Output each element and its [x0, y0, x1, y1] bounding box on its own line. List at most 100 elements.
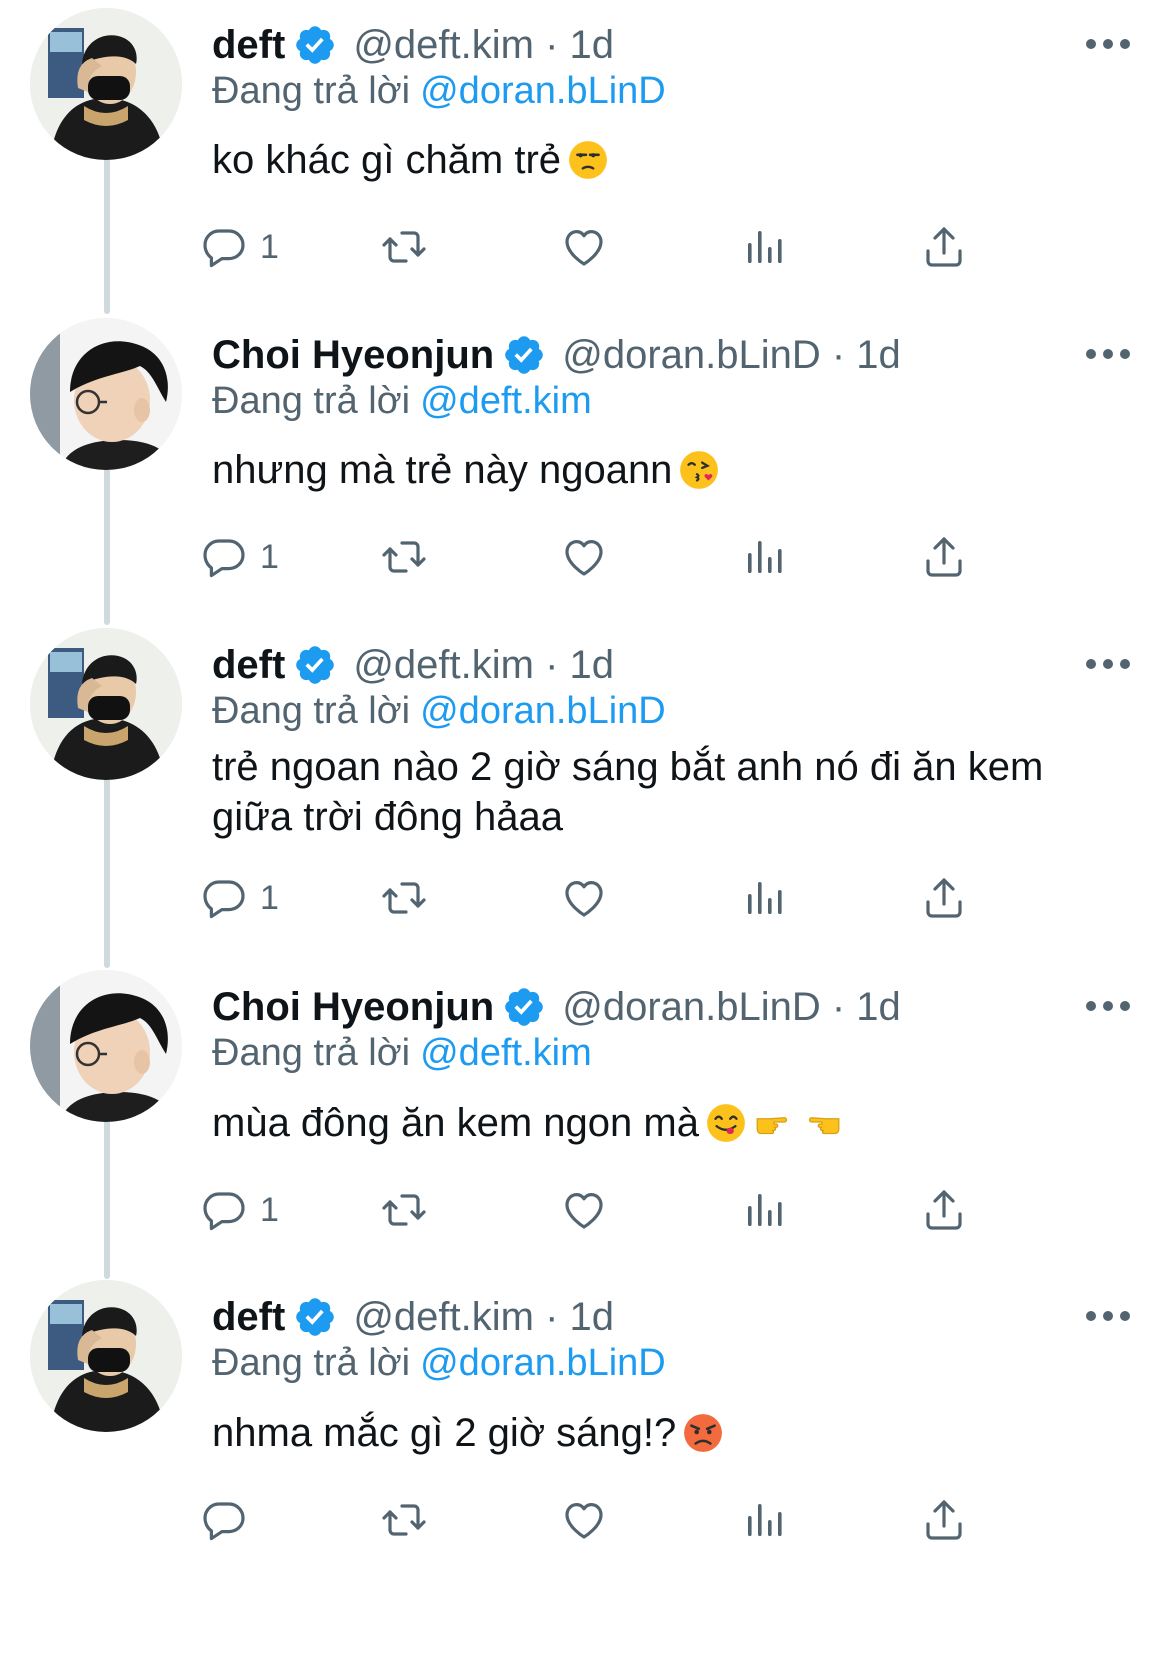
- reply-button[interactable]: 1: [200, 873, 279, 923]
- handle-and-time[interactable]: @deft.kim · 1d: [353, 1295, 614, 1340]
- display-name[interactable]: Choi Hyeonjun: [212, 985, 494, 1030]
- reply-icon: [200, 533, 248, 581]
- share-button[interactable]: [920, 532, 968, 582]
- pointing-left-emoji: [801, 1102, 843, 1144]
- more-options-button[interactable]: [1086, 36, 1130, 52]
- bar-chart-icon: [740, 533, 788, 581]
- verified-badge-icon: [293, 643, 337, 687]
- angry-face-emoji: [682, 1412, 724, 1454]
- pointing-right-emoji: [753, 1102, 795, 1144]
- reply-mention-link[interactable]: @doran.bLinD: [420, 70, 666, 112]
- like-button[interactable]: [560, 1495, 608, 1545]
- tweet-header: Choi Hyeonjun @doran.bLinD · 1d: [212, 982, 901, 1032]
- more-options-button[interactable]: [1086, 1308, 1130, 1324]
- reply-button[interactable]: [200, 1495, 260, 1545]
- share-button[interactable]: [920, 222, 968, 272]
- reply-button[interactable]: 1: [200, 222, 279, 272]
- avatar[interactable]: [30, 8, 182, 160]
- tweet-header: deft @deft.kim · 1d: [212, 1292, 614, 1342]
- reply-prefix: Đang trả lời: [212, 70, 411, 112]
- avatar[interactable]: [30, 318, 182, 470]
- avatar[interactable]: [30, 628, 182, 780]
- tweet[interactable]: deft @deft.kim · 1d Đang trả lời @doran.b…: [0, 1280, 1170, 1555]
- heart-icon: [560, 533, 608, 581]
- doran-avatar: [30, 970, 182, 1122]
- tweet-text: mùa đông ăn kem ngon mà: [212, 1098, 1132, 1148]
- bar-chart-icon: [740, 874, 788, 922]
- views-button[interactable]: [740, 1185, 788, 1235]
- tweet-text: nhma mắc gì 2 giờ sáng!?: [212, 1408, 1132, 1458]
- display-name[interactable]: Choi Hyeonjun: [212, 333, 494, 378]
- reply-button[interactable]: 1: [200, 1185, 279, 1235]
- verified-badge-icon: [293, 1295, 337, 1339]
- tweet[interactable]: deft @deft.kim · 1d Đang trả lời @doran.b…: [0, 628, 1170, 933]
- share-button[interactable]: [920, 1495, 968, 1545]
- reply-prefix: Đang trả lời: [212, 1342, 411, 1384]
- avatar[interactable]: [30, 970, 182, 1122]
- more-options-button[interactable]: [1086, 998, 1130, 1014]
- views-button[interactable]: [740, 222, 788, 272]
- bar-chart-icon: [740, 223, 788, 271]
- handle-and-time[interactable]: @deft.kim · 1d: [353, 643, 614, 688]
- reply-mention-link[interactable]: @deft.kim: [420, 1032, 592, 1074]
- avatar[interactable]: [30, 1280, 182, 1432]
- share-button[interactable]: [920, 873, 968, 923]
- heart-icon: [560, 223, 608, 271]
- bar-chart-icon: [740, 1186, 788, 1234]
- heart-icon: [560, 1496, 608, 1544]
- replying-to: Đang trả lời @doran.bLinD: [212, 1342, 666, 1385]
- reply-icon: [200, 223, 248, 271]
- tweet-text-content: mùa đông ăn kem ngon mà: [212, 1101, 699, 1145]
- tweet[interactable]: Choi Hyeonjun @doran.bLinD · 1d Đang trả…: [0, 970, 1170, 1245]
- deft-avatar: [30, 628, 182, 780]
- tweet-text: ko khác gì chăm trẻ: [212, 135, 1132, 185]
- verified-badge-icon: [502, 985, 546, 1029]
- replying-to: Đang trả lời @deft.kim: [212, 1032, 592, 1075]
- handle-and-time[interactable]: @doran.bLinD · 1d: [562, 985, 901, 1030]
- views-button[interactable]: [740, 1495, 788, 1545]
- replying-to: Đang trả lời @doran.bLinD: [212, 70, 666, 113]
- like-button[interactable]: [560, 873, 608, 923]
- like-button[interactable]: [560, 1185, 608, 1235]
- reply-icon: [200, 874, 248, 922]
- reply-mention-link[interactable]: @doran.bLinD: [420, 690, 666, 732]
- reply-prefix: Đang trả lời: [212, 1032, 411, 1074]
- retweet-button[interactable]: [380, 873, 428, 923]
- display-name[interactable]: deft: [212, 23, 285, 68]
- retweet-button[interactable]: [380, 222, 428, 272]
- retweet-button[interactable]: [380, 532, 428, 582]
- handle-and-time[interactable]: @deft.kim · 1d: [353, 23, 614, 68]
- reply-button[interactable]: 1: [200, 532, 279, 582]
- tweet-text: nhưng mà trẻ này ngoann: [212, 445, 1132, 495]
- tweet[interactable]: Choi Hyeonjun @doran.bLinD · 1d Đang trả…: [0, 318, 1170, 592]
- more-options-button[interactable]: [1086, 346, 1130, 362]
- views-button[interactable]: [740, 532, 788, 582]
- verified-badge-icon: [502, 333, 546, 377]
- more-options-button[interactable]: [1086, 656, 1130, 672]
- retweet-button[interactable]: [380, 1185, 428, 1235]
- display-name[interactable]: deft: [212, 643, 285, 688]
- tweet-text-content: ko khác gì chăm trẻ: [212, 138, 562, 182]
- reply-prefix: Đang trả lời: [212, 690, 411, 732]
- like-button[interactable]: [560, 532, 608, 582]
- retweet-button[interactable]: [380, 1495, 428, 1545]
- share-button[interactable]: [920, 1185, 968, 1235]
- reply-count: 1: [260, 878, 279, 917]
- unamused-face-emoji: [567, 139, 609, 181]
- tweet-header: deft @deft.kim · 1d: [212, 640, 614, 690]
- display-name[interactable]: deft: [212, 1295, 285, 1340]
- heart-icon: [560, 1186, 608, 1234]
- action-bar: 1: [203, 1185, 1112, 1235]
- views-button[interactable]: [740, 873, 788, 923]
- reply-count: 1: [260, 227, 279, 266]
- share-icon: [920, 223, 968, 271]
- share-icon: [920, 874, 968, 922]
- action-bar: [203, 1495, 1112, 1545]
- share-icon: [920, 1496, 968, 1544]
- reply-mention-link[interactable]: @deft.kim: [420, 380, 592, 422]
- tweet[interactable]: deft @deft.kim · 1d Đang trả lời @doran.b…: [0, 8, 1170, 282]
- handle-and-time[interactable]: @doran.bLinD · 1d: [562, 333, 901, 378]
- reply-mention-link[interactable]: @doran.bLinD: [420, 1342, 666, 1384]
- like-button[interactable]: [560, 222, 608, 272]
- action-bar: 1: [203, 222, 1112, 272]
